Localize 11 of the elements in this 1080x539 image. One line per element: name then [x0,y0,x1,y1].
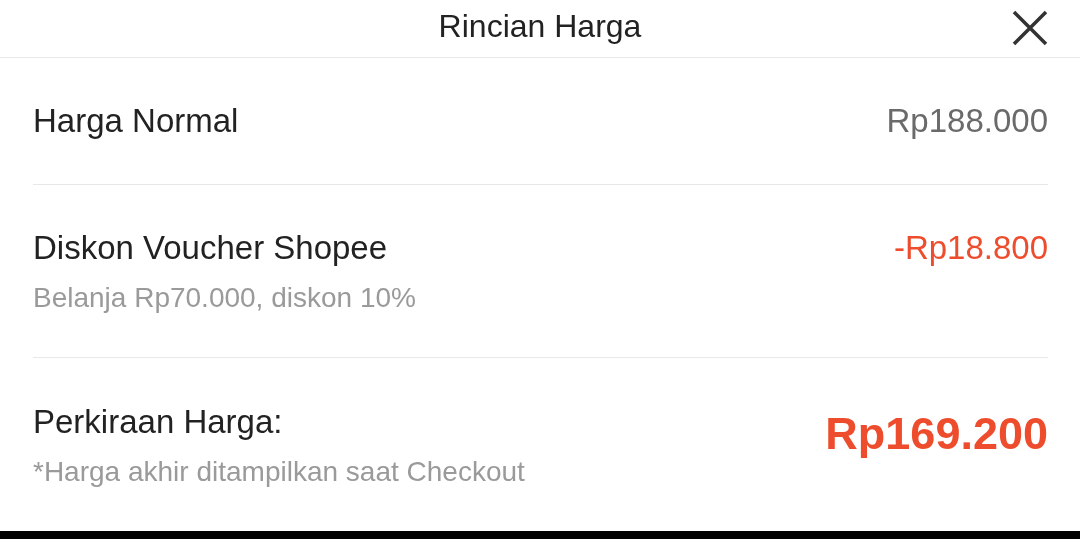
price-note: *Harga akhir ditampilkan saat Checkout [33,455,525,489]
discount-amount: -Rp18.800 [893,228,1048,268]
price-label: Diskon Voucher Shopee [33,228,389,268]
price-amount: Rp188.000 [886,101,1048,141]
price-label: Harga Normal [33,101,239,141]
price-label: Perkiraan Harga: [33,402,284,442]
close-icon [1012,10,1048,46]
total-price: Rp169.200 [825,408,1048,460]
close-button[interactable] [1012,10,1048,46]
sheet-title: Rincian Harga [438,7,642,46]
price-note: Belanja Rp70.000, diskon 10% [33,281,416,315]
